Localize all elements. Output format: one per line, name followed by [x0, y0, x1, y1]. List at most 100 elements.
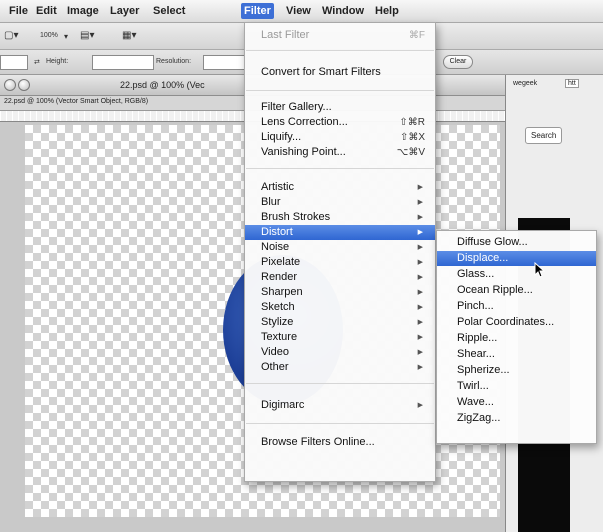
close-window-icon[interactable] — [4, 79, 16, 91]
submenu-item-spherize[interactable]: Spherize... — [437, 363, 596, 378]
browser-tab-2[interactable]: htt — [565, 79, 579, 88]
pinch-label: Pinch... — [457, 300, 494, 312]
swap-icon[interactable]: ⇄ — [34, 58, 40, 66]
menu-file[interactable]: File — [6, 3, 31, 19]
menu-item-digimarc[interactable]: Digimarc ▶ — [245, 398, 435, 413]
menu-window[interactable]: Window — [319, 3, 367, 19]
submenu-item-pinch[interactable]: Pinch... — [437, 299, 596, 314]
arrange-icon[interactable]: ▦▾ — [122, 30, 136, 41]
last-filter-label: Last Filter — [261, 29, 310, 41]
submenu-arrow-icon: ▶ — [417, 229, 423, 236]
vanishing-point-label: Vanishing Point... — [261, 146, 346, 158]
menu-select[interactable]: Select — [150, 3, 188, 19]
browser-search-button[interactable]: Search — [525, 127, 563, 144]
vanishing-point-shortcut: ⌥⌘V — [396, 147, 425, 158]
menu-item-filter-gallery[interactable]: Filter Gallery... — [245, 100, 435, 115]
filter-gallery-label: Filter Gallery... — [261, 101, 332, 113]
noise-label: Noise — [261, 241, 290, 253]
width-field[interactable] — [0, 55, 28, 70]
menu-item-last-filter: Last Filter ⌘F — [245, 28, 435, 43]
render-label: Render — [261, 271, 298, 283]
minimize-window-icon[interactable] — [18, 79, 30, 91]
lens-correction-label: Lens Correction... — [261, 116, 348, 128]
submenu-item-glass[interactable]: Glass... — [437, 267, 596, 282]
submenu-arrow-icon: ▶ — [417, 184, 423, 191]
submenu-item-displace[interactable]: Displace... — [437, 251, 596, 266]
polar-coordinates-label: Polar Coordinates... — [457, 316, 555, 328]
menu-item-distort[interactable]: Distort ▶ — [245, 225, 435, 240]
menu-view[interactable]: View — [283, 3, 314, 19]
submenu-arrow-icon: ▶ — [417, 199, 423, 206]
submenu-arrow-icon: ▶ — [417, 304, 423, 311]
submenu-item-ripple[interactable]: Ripple... — [437, 331, 596, 346]
menu-item-vanishing-point[interactable]: Vanishing Point... ⌥⌘V — [245, 145, 435, 160]
menu-separator — [246, 423, 434, 424]
twirl-label: Twirl... — [457, 380, 489, 392]
diffuse-glow-label: Diffuse Glow... — [457, 236, 528, 248]
lens-correction-shortcut: ⇧⌘R — [399, 117, 425, 128]
spherize-label: Spherize... — [457, 364, 510, 376]
distort-label: Distort — [261, 226, 293, 238]
video-label: Video — [261, 346, 289, 358]
menu-edit[interactable]: Edit — [33, 3, 60, 19]
menu-item-stylize[interactable]: Stylize ▶ — [245, 315, 435, 330]
digimarc-label: Digimarc — [261, 399, 305, 411]
menu-item-video[interactable]: Video ▶ — [245, 345, 435, 360]
menu-item-lens-correction[interactable]: Lens Correction... ⇧⌘R — [245, 115, 435, 130]
menu-layer[interactable]: Layer — [107, 3, 142, 19]
artistic-label: Artistic — [261, 181, 294, 193]
ripple-label: Ripple... — [457, 332, 498, 344]
sharpen-label: Sharpen — [261, 286, 303, 298]
liquify-label: Liquify... — [261, 131, 302, 143]
menu-item-other[interactable]: Other ▶ — [245, 360, 435, 375]
menu-item-liquify[interactable]: Liquify... ⇧⌘X — [245, 130, 435, 145]
submenu-item-wave[interactable]: Wave... — [437, 395, 596, 410]
menu-filter[interactable]: Filter — [241, 3, 274, 19]
menu-help[interactable]: Help — [372, 3, 402, 19]
submenu-arrow-icon: ▶ — [417, 349, 423, 356]
clear-button[interactable]: Clear — [443, 55, 473, 69]
layout-icon[interactable]: ▢▾ — [4, 30, 18, 41]
document-tab-label: 22.psd @ 100% (Vector Smart Object, RGB/… — [4, 98, 149, 105]
menu-item-browse-filters-online[interactable]: Browse Filters Online... — [245, 435, 435, 450]
stylize-label: Stylize — [261, 316, 294, 328]
brush-strokes-label: Brush Strokes — [261, 211, 331, 223]
menu-item-sketch[interactable]: Sketch ▶ — [245, 300, 435, 315]
height-field[interactable] — [92, 55, 154, 70]
menu-bar: File Edit Image Layer Select Filter View… — [0, 0, 603, 23]
view-extras-icon[interactable]: ▤▾ — [80, 30, 94, 41]
distort-submenu: Diffuse Glow... Displace... Glass... Oce… — [436, 230, 597, 444]
resolution-field[interactable] — [203, 55, 245, 70]
menu-separator — [246, 90, 434, 91]
menu-separator — [246, 383, 434, 384]
menu-item-blur[interactable]: Blur ▶ — [245, 195, 435, 210]
last-filter-shortcut: ⌘F — [408, 30, 425, 41]
submenu-arrow-icon: ▶ — [417, 244, 423, 251]
menu-image[interactable]: Image — [64, 3, 102, 19]
submenu-item-shear[interactable]: Shear... — [437, 347, 596, 362]
submenu-item-ocean-ripple[interactable]: Ocean Ripple... — [437, 283, 596, 298]
liquify-shortcut: ⇧⌘X — [399, 132, 425, 143]
menu-item-artistic[interactable]: Artistic ▶ — [245, 180, 435, 195]
zoom-level[interactable]: 100% — [40, 32, 58, 39]
menu-separator — [246, 168, 434, 169]
submenu-item-diffuse-glow[interactable]: Diffuse Glow... — [437, 235, 596, 250]
submenu-arrow-icon: ▶ — [417, 259, 423, 266]
zoom-dropdown-icon[interactable]: ▾ — [64, 32, 68, 41]
menu-item-pixelate[interactable]: Pixelate ▶ — [245, 255, 435, 270]
menu-item-render[interactable]: Render ▶ — [245, 270, 435, 285]
menu-item-texture[interactable]: Texture ▶ — [245, 330, 435, 345]
submenu-item-twirl[interactable]: Twirl... — [437, 379, 596, 394]
glass-label: Glass... — [457, 268, 495, 280]
browser-tab[interactable]: wegeek — [513, 80, 537, 87]
menu-item-sharpen[interactable]: Sharpen ▶ — [245, 285, 435, 300]
submenu-arrow-icon: ▶ — [417, 289, 423, 296]
submenu-item-zigzag[interactable]: ZigZag... — [437, 411, 596, 426]
resolution-label: Resolution: — [156, 58, 192, 65]
menu-item-brush-strokes[interactable]: Brush Strokes ▶ — [245, 210, 435, 225]
menu-item-noise[interactable]: Noise ▶ — [245, 240, 435, 255]
mouse-cursor-icon — [534, 262, 546, 278]
sketch-label: Sketch — [261, 301, 295, 313]
submenu-item-polar-coordinates[interactable]: Polar Coordinates... — [437, 315, 596, 330]
menu-item-convert-smart-filters[interactable]: Convert for Smart Filters — [245, 65, 435, 80]
